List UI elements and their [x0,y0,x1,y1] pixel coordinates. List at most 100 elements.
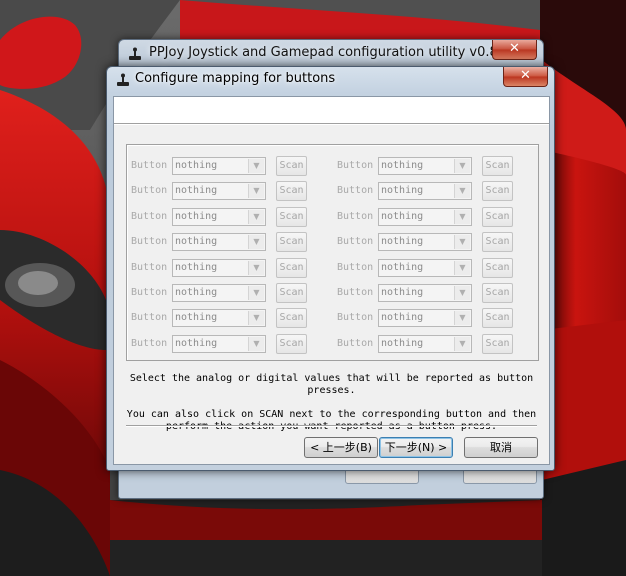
dropdown-value: nothing [175,287,218,298]
dropdown-value: nothing [381,236,424,248]
dropdown-value: nothing [381,287,424,298]
button-label: Button [131,236,168,248]
instruction-line: Select the analog or digital values that… [129,373,534,384]
dialog-title: Configure mapping for buttons [135,71,336,86]
button-label: Button [337,236,374,248]
dropdown-value: nothing [175,160,218,171]
mapping-dropdown[interactable]: nothing ▼ [378,334,472,353]
chevron-down-icon[interactable]: ▼ [248,184,264,199]
mapping-dropdown[interactable]: nothing ▼ [172,309,266,328]
button-label: Button [337,287,374,298]
scan-button[interactable]: Scan [482,232,513,253]
scan-button[interactable]: Scan [276,333,307,354]
mapping-dropdown[interactable]: nothing ▼ [172,284,266,302]
dropdown-value: nothing [381,261,424,273]
mapping-dropdown[interactable]: nothing ▼ [378,284,472,302]
button-label: Button [131,185,168,197]
dropdown-value: nothing [381,160,424,171]
mapping-dropdown[interactable]: nothing ▼ [172,182,266,201]
mapping-dropdown[interactable]: nothing ▼ [172,157,266,175]
scan-button[interactable]: Scan [276,181,307,202]
scan-button[interactable]: Scan [482,308,513,329]
mapping-dropdown[interactable]: nothing ▼ [378,207,472,226]
cancel-button[interactable]: 取消 [464,437,538,458]
dropdown-value: nothing [381,210,424,222]
dropdown-value: nothing [175,236,218,248]
mapping-dropdown[interactable]: nothing ▼ [172,334,266,353]
close-button[interactable]: ✕ [503,67,548,87]
chevron-down-icon[interactable]: ▼ [454,336,470,351]
chevron-down-icon[interactable]: ▼ [248,286,264,300]
chevron-down-icon[interactable]: ▼ [248,235,264,250]
mapping-dropdown[interactable]: nothing ▼ [378,258,472,277]
dropdown-value: nothing [381,312,424,324]
instruction-line: presses. [307,385,356,396]
instructions-text: Select the analog or digital values that… [126,373,537,432]
back-button[interactable]: < 上一步(B) [304,437,378,458]
mapping-dropdown[interactable]: nothing ▼ [378,182,472,201]
button-label: Button [337,312,374,324]
button-label: Button [131,312,168,324]
scan-button[interactable]: Scan [276,232,307,253]
chevron-down-icon[interactable]: ▼ [248,159,264,173]
button-label: Button [337,261,374,273]
mapping-dropdown[interactable]: nothing ▼ [172,233,266,252]
mapping-dropdown[interactable]: nothing ▼ [378,157,472,175]
mapping-dropdown[interactable]: nothing ▼ [378,309,472,328]
chevron-down-icon[interactable]: ▼ [454,235,470,250]
joystick-icon [116,72,130,91]
chevron-down-icon[interactable]: ▼ [454,260,470,275]
scan-button[interactable]: Scan [276,206,307,227]
chevron-down-icon[interactable]: ▼ [248,209,264,224]
chevron-down-icon[interactable]: ▼ [454,184,470,199]
background-window-title: PPJoy Joystick and Gamepad configuration… [149,45,519,60]
dialog-client-area: Button nothing ▼ Scan Button nothing ▼ Scan Butt… [113,96,550,465]
scan-button[interactable]: Scan [482,257,513,278]
wizard-header [114,97,549,123]
button-label: Button [337,337,374,349]
dropdown-value: nothing [175,312,218,324]
mapping-dropdown[interactable]: nothing ▼ [172,207,266,226]
scan-button[interactable]: Scan [482,333,513,354]
chevron-down-icon[interactable]: ▼ [454,286,470,300]
chevron-down-icon[interactable]: ▼ [454,159,470,173]
scan-button[interactable]: Scan [482,283,513,303]
chevron-down-icon[interactable]: ▼ [248,336,264,351]
next-button[interactable]: 下一步(N) > [379,437,453,458]
instruction-line: perform the action you want reported as … [165,421,498,432]
scan-button[interactable]: Scan [482,206,513,227]
button-label: Button [131,210,168,222]
mapping-dropdown[interactable]: nothing ▼ [172,258,266,277]
header-divider [114,123,549,125]
chevron-down-icon[interactable]: ▼ [248,311,264,326]
dropdown-value: nothing [175,261,218,273]
joystick-icon [128,46,142,65]
button-label: Button [131,287,168,298]
dropdown-value: nothing [175,185,218,197]
scan-button[interactable]: Scan [276,283,307,303]
button-label: Button [337,185,374,197]
button-label: Button [131,337,168,349]
dropdown-value: nothing [381,185,424,197]
dropdown-value: nothing [381,337,424,349]
button-mapping-group: Button nothing ▼ Scan Button nothing ▼ Scan Butt… [126,144,539,361]
chevron-down-icon[interactable]: ▼ [454,311,470,326]
button-label: Button [131,160,168,171]
scan-button[interactable]: Scan [482,156,513,176]
dropdown-value: nothing [175,337,218,349]
scan-button[interactable]: Scan [276,156,307,176]
instruction-line: You can also click on SCAN next to the c… [126,409,537,420]
footer-divider [126,425,537,427]
chevron-down-icon[interactable]: ▼ [454,209,470,224]
scan-button[interactable]: Scan [276,308,307,329]
button-label: Button [337,210,374,222]
button-label: Button [131,261,168,273]
background-close-button[interactable]: ✕ [492,40,537,60]
configure-mapping-dialog[interactable]: Configure mapping for buttons ✕ Button no… [106,66,555,471]
scan-button[interactable]: Scan [276,257,307,278]
dropdown-value: nothing [175,210,218,222]
mapping-dropdown[interactable]: nothing ▼ [378,233,472,252]
chevron-down-icon[interactable]: ▼ [248,260,264,275]
button-label: Button [337,160,374,171]
scan-button[interactable]: Scan [482,181,513,202]
